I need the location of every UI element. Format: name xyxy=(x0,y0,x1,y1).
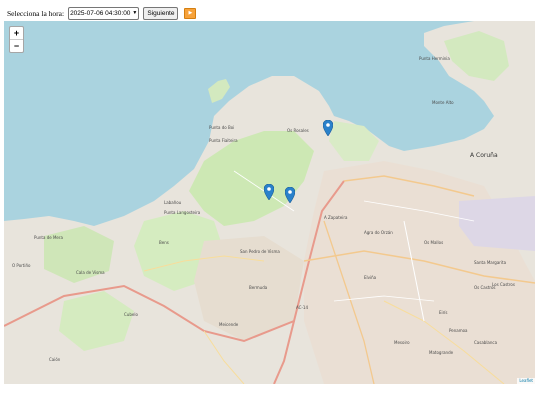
map-label: Labañou xyxy=(164,200,182,205)
map-label: O Portiño xyxy=(12,263,31,268)
map-label: Penamoa xyxy=(449,328,468,333)
chevron-down-icon: ▼ xyxy=(132,10,138,16)
map-label: Cubelo xyxy=(124,312,138,317)
map-label: Punta Herminia xyxy=(419,56,450,61)
map-label: Casablanca xyxy=(474,340,498,345)
leaflet-attribution-link[interactable]: Leaflet xyxy=(519,378,533,383)
map-label: Cala de Visma xyxy=(76,270,105,275)
play-button[interactable]: ▶ xyxy=(184,7,197,19)
map-marker-icon[interactable] xyxy=(323,120,333,136)
zoom-control: + − xyxy=(9,26,24,53)
map-label: A Coruña xyxy=(470,152,498,159)
map-label: Santa Margarita xyxy=(474,260,507,265)
hour-toolbar: Selecciona la hora: 2025-07-06 04:30:00 … xyxy=(7,6,197,20)
map-label: Monte Alto xyxy=(432,100,454,105)
map-label: Matogrande xyxy=(429,350,454,355)
map-label: Mesoiro xyxy=(394,340,410,345)
map-label: AC-14 xyxy=(296,305,308,310)
map-view[interactable]: + − A Coruña Os Rosales Monte Alto Os Ca… xyxy=(4,21,535,384)
map-label: Punta de Mera xyxy=(34,235,63,240)
map-label: Caión xyxy=(49,357,61,362)
map-label: Bens xyxy=(159,240,169,245)
map-label: A Zapateira xyxy=(324,215,348,220)
map-label: Meicende xyxy=(219,322,239,327)
map-label: Os Rosales xyxy=(287,128,309,133)
map-label: Eirís xyxy=(439,310,448,315)
hour-select-value: 2025-07-06 04:30:00 xyxy=(70,9,131,17)
zoom-out-button[interactable]: − xyxy=(10,40,23,52)
play-icon: ▶ xyxy=(188,10,193,16)
map-label: Punta Langosteira xyxy=(164,210,201,215)
hour-label: Selecciona la hora: xyxy=(7,8,65,18)
map-label: San Pedro de Visma xyxy=(240,249,280,254)
map-marker-icon[interactable] xyxy=(285,187,295,203)
map-label: Los Castros xyxy=(492,282,515,287)
zoom-in-button[interactable]: + xyxy=(10,27,23,40)
map-label: Punta do Boi xyxy=(209,125,235,130)
map-label: Agra do Orzán xyxy=(364,230,393,235)
hour-select[interactable]: 2025-07-06 04:30:00 ▼ xyxy=(68,6,140,20)
map-label: Bermuda xyxy=(249,285,268,290)
map-label: Punta Fiaiteira xyxy=(209,138,238,143)
map-label: Os Mallos xyxy=(424,240,444,245)
map-label: Elviña xyxy=(364,275,377,280)
next-button[interactable]: Siguiente xyxy=(143,6,179,20)
map-marker-icon[interactable] xyxy=(264,184,274,200)
map-attribution[interactable]: Leaflet xyxy=(517,378,535,384)
